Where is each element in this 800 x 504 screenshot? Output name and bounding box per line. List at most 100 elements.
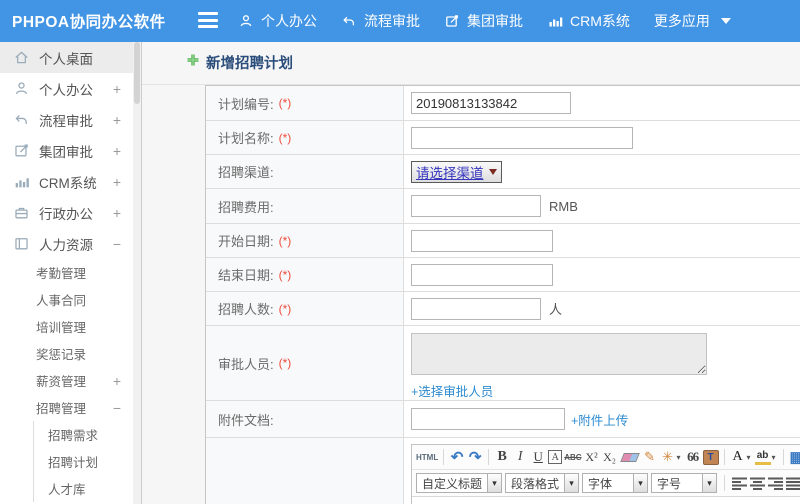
- sidebar-item-personal-office[interactable]: 个人办公 +: [0, 73, 133, 104]
- subscript-button[interactable]: X₂: [602, 448, 618, 466]
- caret-down-icon[interactable]: [564, 474, 579, 492]
- sidebar-item-personal-desktop[interactable]: 个人桌面: [0, 42, 133, 73]
- plan-name-input[interactable]: [411, 126, 633, 149]
- sidebar-item-crm-system[interactable]: CRM系统 +: [0, 166, 133, 197]
- sidebar-subsubitem[interactable]: 招聘计划: [34, 448, 133, 475]
- sidebar-subitem[interactable]: 薪资管理 +: [0, 367, 133, 394]
- sidebar-item-workflow-approval[interactable]: 流程审批 +: [0, 104, 133, 135]
- undo-icon[interactable]: ↶: [449, 448, 465, 466]
- topmenu-personal-office[interactable]: 个人办公: [238, 11, 317, 31]
- cost-unit: RMB: [549, 198, 578, 214]
- sidebar-scrollbar-thumb[interactable]: [134, 42, 140, 104]
- align-right-icon[interactable]: [768, 477, 784, 490]
- font-color-button[interactable]: A: [730, 448, 746, 466]
- font-family-dropdown[interactable]: 字体: [582, 473, 649, 493]
- page-title: 新增招聘计划: [206, 56, 293, 72]
- paragraph-format-dropdown[interactable]: 段落格式: [505, 473, 580, 493]
- caret-down-icon[interactable]: ▾: [770, 448, 778, 466]
- topmenu-more-apps[interactable]: 更多应用: [654, 11, 731, 31]
- sidebar-subitem[interactable]: 人事合同: [0, 286, 133, 313]
- plan-no-input[interactable]: [411, 92, 571, 114]
- caret-down-icon[interactable]: ▾: [745, 448, 753, 466]
- attachment-upload-link[interactable]: +附件上传: [571, 410, 628, 429]
- headcount-unit: 人: [549, 302, 563, 317]
- html-source-button[interactable]: HTML: [416, 448, 438, 466]
- sidebar-subitem[interactable]: 考勤管理: [0, 259, 133, 286]
- topmenu-crm-system[interactable]: CRM系统: [547, 11, 630, 31]
- italic-button[interactable]: I: [512, 448, 528, 466]
- edit-icon: [13, 142, 30, 159]
- separator[interactable]: [443, 449, 445, 465]
- sidebar-subitem[interactable]: 招聘管理 −: [0, 394, 133, 421]
- format-brush-icon[interactable]: ✎: [642, 448, 658, 466]
- sidebar-subsubitem[interactable]: 人才库: [34, 475, 133, 502]
- redo-icon[interactable]: ↷: [467, 448, 483, 466]
- top-menu: 个人办公 流程审批 集团审批 CRM系统 更多应用: [238, 0, 731, 42]
- remove-format-eraser-icon[interactable]: [619, 452, 640, 462]
- align-left-icon[interactable]: [732, 477, 748, 490]
- sidebar-subitem[interactable]: 培训管理: [0, 313, 133, 340]
- user-icon: [13, 80, 30, 97]
- approver-textarea[interactable]: [411, 333, 707, 375]
- headcount-input[interactable]: [411, 297, 541, 320]
- expand-plus-icon[interactable]: +: [113, 143, 121, 159]
- caret-down-icon[interactable]: ▾: [675, 448, 683, 466]
- plan-no-label: 计划编号: (*): [206, 86, 404, 120]
- collapse-minus-icon[interactable]: −: [113, 236, 121, 252]
- autotypeset-button[interactable]: A: [548, 450, 563, 464]
- required-mark: (*): [278, 96, 292, 110]
- bold-button[interactable]: B: [494, 448, 510, 466]
- recruit-plan-form: 计划编号:(*) 计划名称:(*) 招聘渠道: 请选择渠道: [205, 85, 800, 504]
- expand-plus-icon[interactable]: +: [113, 112, 121, 128]
- font-size-dropdown[interactable]: 字号: [651, 473, 718, 493]
- sidebar-item-human-resources[interactable]: 人力资源 −: [0, 228, 133, 259]
- end-date-input[interactable]: [411, 263, 553, 286]
- bar-chart-icon: [13, 173, 30, 190]
- caret-down-icon[interactable]: [487, 474, 502, 492]
- choose-approver-link[interactable]: +选择审批人员: [411, 381, 493, 400]
- app-brand: PHPOA协同办公软件: [12, 14, 166, 31]
- editor-toolbar-row2: 自定义标题 段落格式 字体 字号: [412, 470, 800, 497]
- align-center-icon[interactable]: [750, 477, 766, 490]
- attachment-input[interactable]: [411, 408, 565, 430]
- editor-label-cell: [206, 438, 404, 504]
- caret-down-icon[interactable]: [633, 474, 648, 492]
- channel-select[interactable]: 请选择渠道: [411, 160, 502, 183]
- blockquote-button[interactable]: 66: [685, 448, 701, 466]
- main-content: 新增招聘计划 计划编号:(*) 计划名称:(*) 招聘渠道:: [142, 42, 800, 504]
- topmenu-group-approval[interactable]: 集团审批: [444, 11, 523, 31]
- sidebar-scrollbar-track[interactable]: [133, 42, 141, 504]
- expand-plus-icon[interactable]: +: [113, 174, 121, 190]
- sidebar-item-group-approval[interactable]: 集团审批 +: [0, 135, 133, 166]
- align-justify-icon[interactable]: [786, 477, 800, 490]
- paste-icon[interactable]: T: [702, 449, 719, 465]
- form-row-plan-no: 计划编号: (*): [206, 86, 800, 121]
- plan-name-label: 计划名称: (*): [206, 121, 404, 154]
- auto-format-icon[interactable]: ✳: [660, 448, 676, 466]
- strikethrough-button[interactable]: ABC: [564, 448, 581, 466]
- separator[interactable]: [782, 449, 784, 465]
- select-arrow-icon: [488, 168, 497, 175]
- topmenu-workflow-approval[interactable]: 流程审批: [341, 11, 420, 31]
- separator[interactable]: [723, 449, 725, 465]
- separator[interactable]: [488, 449, 490, 465]
- image-icon[interactable]: ▦: [789, 448, 800, 466]
- start-date-input[interactable]: [411, 229, 553, 252]
- underline-button[interactable]: U: [530, 448, 546, 466]
- sidebar-item-admin-office[interactable]: 行政办公 +: [0, 197, 133, 228]
- cost-input[interactable]: [411, 195, 541, 217]
- required-mark: (*): [278, 130, 292, 145]
- caret-down-icon[interactable]: [702, 474, 717, 492]
- superscript-button[interactable]: X²: [584, 448, 600, 466]
- expand-plus-icon[interactable]: +: [113, 205, 121, 221]
- add-plus-icon: [186, 53, 200, 72]
- form-row-headcount: 招聘人数: (*) 人: [206, 292, 800, 326]
- hamburger-menu-icon[interactable]: [198, 12, 218, 28]
- form-row-plan-name: 计划名称: (*): [206, 121, 800, 155]
- sidebar-subitem[interactable]: 奖惩记录: [0, 340, 133, 367]
- editor-content-area[interactable]: [412, 497, 800, 504]
- sidebar-subsubitem[interactable]: 招聘需求: [34, 421, 133, 448]
- custom-title-dropdown[interactable]: 自定义标题: [416, 473, 503, 493]
- highlight-color-button[interactable]: ab: [754, 450, 771, 465]
- expand-plus-icon[interactable]: +: [113, 81, 121, 97]
